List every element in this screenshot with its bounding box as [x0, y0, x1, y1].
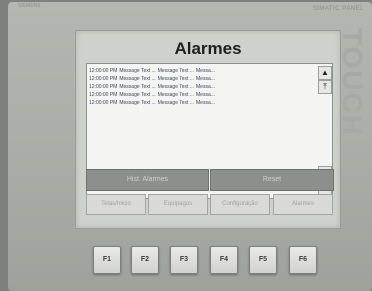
alarm-text: Message Text ... — [157, 68, 195, 74]
action-buttons: Hist. Alarmes Reset — [86, 169, 334, 191]
nav-equipment-button[interactable]: Equipagos — [148, 194, 208, 215]
alarm-row[interactable]: 12:00:00 PM Message Text ... Message Tex… — [89, 67, 313, 75]
nav-config-button[interactable]: Configuração — [210, 194, 270, 215]
alarm-text: Messa... — [196, 92, 215, 98]
f2-key[interactable]: F2 — [131, 246, 159, 274]
f6-key[interactable]: F6 — [289, 246, 317, 274]
alarm-text: Message Text ... — [157, 92, 195, 98]
alarm-row[interactable]: 12:00:00 PM Message Text ... Message Tex… — [89, 75, 313, 83]
alarm-text: Message Text ... — [119, 100, 156, 106]
alarm-text: Messa... — [196, 84, 215, 90]
alarm-text: Message Text ... — [119, 84, 156, 90]
f4-key[interactable]: F4 — [210, 246, 238, 274]
hmi-screen: Alarmes 12:00:00 PM Message Text ... Mes… — [75, 30, 341, 229]
alarm-text: Message Text ... — [157, 76, 195, 82]
alarm-text: Message Text ... — [157, 100, 195, 106]
alarm-time: 12:00:00 PM — [89, 76, 118, 82]
alarm-text: Messa... — [196, 76, 215, 82]
alarm-time: 12:00:00 PM — [89, 100, 118, 106]
scroll-up-icon[interactable]: ▲ — [318, 66, 332, 80]
model-label: SIMATIC PANEL — [312, 6, 364, 12]
history-alarms-button[interactable]: Hist. Alarmes — [86, 169, 209, 191]
reset-button[interactable]: Reset — [210, 169, 334, 191]
alarm-text: Message Text ... — [119, 68, 156, 74]
f1-key[interactable]: F1 — [93, 246, 121, 274]
alarm-text: Message Text ... — [119, 92, 156, 98]
page-title: Alarmes — [174, 39, 242, 58]
alarm-row[interactable]: 12:00:00 PM Message Text ... Message Tex… — [89, 91, 313, 99]
screen-nav: Telas/Inicio Equipagos Configuração Alar… — [86, 194, 333, 215]
alarm-text: Messa... — [196, 68, 215, 74]
alarm-list: 12:00:00 PM Message Text ... Message Tex… — [89, 67, 313, 107]
alarm-row[interactable]: 12:00:00 PM Message Text ... Message Tex… — [89, 83, 313, 91]
nav-home-button[interactable]: Telas/Inicio — [86, 194, 146, 215]
f5-key[interactable]: F5 — [249, 246, 277, 274]
alarm-time: 12:00:00 PM — [89, 84, 118, 90]
alarm-row[interactable]: 12:00:00 PM Message Text ... Message Tex… — [89, 99, 313, 107]
alarm-time: 12:00:00 PM — [89, 92, 118, 98]
alarm-text: Message Text ... — [119, 76, 156, 82]
alarm-text: Messa... — [196, 100, 215, 106]
page-up-icon[interactable]: ⤒ — [318, 80, 332, 94]
alarm-text: Message Text ... — [157, 84, 195, 90]
f3-key[interactable]: F3 — [170, 246, 198, 274]
alarm-time: 12:00:00 PM — [89, 68, 118, 74]
brand-label: SIEMENS — [18, 3, 41, 9]
nav-alarms-button[interactable]: Alarmes — [273, 194, 333, 215]
